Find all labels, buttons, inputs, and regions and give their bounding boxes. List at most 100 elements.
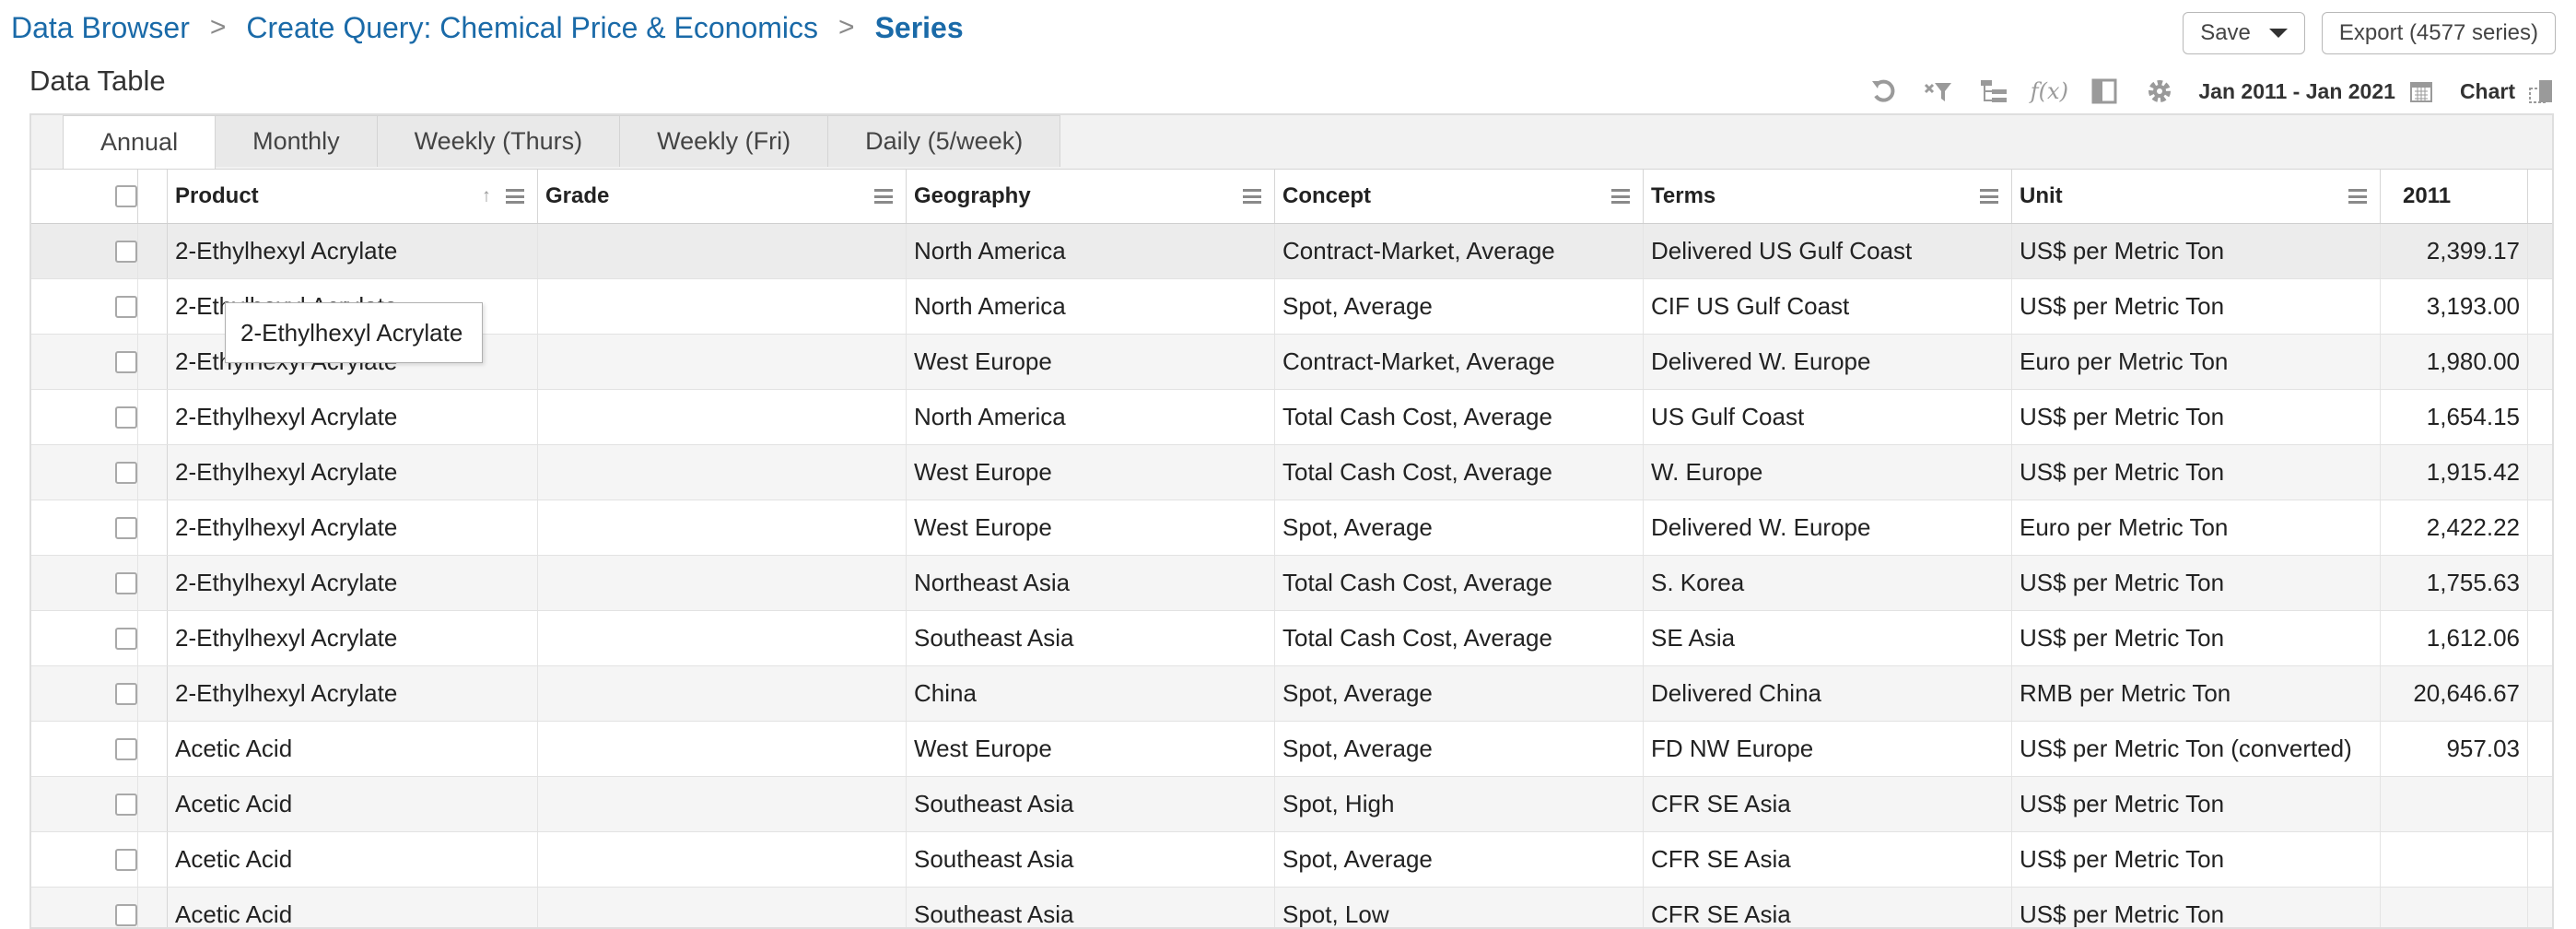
cell-unit[interactable]: US$ per Metric Ton [2012,888,2381,927]
tab-monthly[interactable]: Monthly [216,115,378,167]
row-checkbox[interactable] [115,848,137,871]
cell-unit[interactable]: US$ per Metric Ton [2012,611,2381,665]
cell-grade[interactable] [538,279,907,334]
column-header-product[interactable]: Product ↑ [168,170,538,223]
cell-2011-value[interactable] [2381,888,2528,927]
cell-concept[interactable]: Spot, Average [1275,279,1644,334]
cell-product[interactable]: 2-Ethylhexyl Acrylate [168,611,538,665]
column-header-unit[interactable]: Unit [2012,170,2381,223]
table-row[interactable]: 2-Ethylhexyl Acrylate North America Contra… [31,224,2552,279]
cell-unit[interactable]: US$ per Metric Ton [2012,556,2381,610]
row-checkbox[interactable] [115,461,137,484]
cell-grade[interactable] [538,556,907,610]
breadcrumb-data-browser-link[interactable]: Data Browser [11,11,190,45]
cell-2011-value[interactable]: 2,422.22 [2381,500,2528,555]
cell-concept[interactable]: Total Cash Cost, Average [1275,611,1644,665]
cell-concept[interactable]: Spot, Average [1275,832,1644,887]
column-header-geography[interactable]: Geography [907,170,1275,223]
table-row[interactable]: 2-Ethylhexyl Acrylate North America Total … [31,390,2552,445]
cell-2011-value[interactable]: 957.03 [2381,722,2528,776]
cell-unit[interactable]: US$ per Metric Ton (converted) [2012,722,2381,776]
clear-filter-icon[interactable] [1922,75,1955,108]
cell-terms[interactable]: CIF US Gulf Coast [1644,279,2012,334]
cell-terms[interactable]: Delivered US Gulf Coast [1644,224,2012,278]
cell-grade[interactable] [538,666,907,721]
cell-geography[interactable]: North America [907,224,1275,278]
cell-product[interactable]: 2-Ethylhexyl Acrylate [168,390,538,444]
cell-grade[interactable] [538,777,907,831]
cell-terms[interactable]: S. Korea [1644,556,2012,610]
cell-concept[interactable]: Contract-Market, Average [1275,224,1644,278]
columns-icon[interactable] [2088,75,2121,108]
column-header-grade[interactable]: Grade [538,170,907,223]
cell-terms[interactable]: US Gulf Coast [1644,390,2012,444]
row-checkbox[interactable] [115,793,137,816]
cell-concept[interactable]: Spot, Low [1275,888,1644,927]
table-row[interactable]: 2-Ethylhexyl Acrylate Northeast Asia Total… [31,556,2552,611]
cell-unit[interactable]: US$ per Metric Ton [2012,224,2381,278]
cell-grade[interactable] [538,888,907,927]
cell-2011-value[interactable]: 20,646.67 [2381,666,2528,721]
cell-terms[interactable]: CFR SE Asia [1644,832,2012,887]
column-menu-icon[interactable] [1980,189,1998,204]
column-header-concept[interactable]: Concept [1275,170,1644,223]
cell-product[interactable]: 2-Ethylhexyl Acrylate [168,666,538,721]
cell-product[interactable]: Acetic Acid [168,888,538,927]
row-checkbox[interactable] [115,903,137,926]
cell-unit[interactable]: US$ per Metric Ton [2012,390,2381,444]
cell-product[interactable]: Acetic Acid [168,777,538,831]
column-menu-icon[interactable] [2348,189,2367,204]
cell-2011-value[interactable]: 1,612.06 [2381,611,2528,665]
table-row[interactable]: 2-Ethylhexyl Acrylate West Europe Total Ca… [31,445,2552,500]
tab-daily[interactable]: Daily (5/week) [828,115,1061,167]
cell-grade[interactable] [538,335,907,389]
table-row[interactable]: 2-Ethylhexyl Acrylate Southeast Asia Total… [31,611,2552,666]
cell-2011-value[interactable] [2381,777,2528,831]
row-checkbox[interactable] [115,737,137,760]
cell-geography[interactable]: Southeast Asia [907,832,1275,887]
cell-2011-value[interactable]: 3,193.00 [2381,279,2528,334]
calendar-icon[interactable] [2405,75,2438,108]
cell-unit[interactable]: RMB per Metric Ton [2012,666,2381,721]
table-row[interactable]: Acetic Acid Southeast Asia Spot, Low CFR SE… [31,888,2552,927]
cell-concept[interactable]: Contract-Market, Average [1275,335,1644,389]
cell-grade[interactable] [538,390,907,444]
row-checkbox[interactable] [115,516,137,539]
cell-product[interactable]: 2-Ethylhexyl Acrylate [168,224,538,278]
cell-concept[interactable]: Spot, Average [1275,666,1644,721]
tab-annual[interactable]: Annual [63,115,217,169]
cell-concept[interactable]: Total Cash Cost, Average [1275,390,1644,444]
breadcrumb-create-query-link[interactable]: Create Query: Chemical Price & Economics [246,11,818,45]
cell-product[interactable]: Acetic Acid [168,832,538,887]
row-checkbox[interactable] [115,240,137,263]
cell-concept[interactable]: Total Cash Cost, Average [1275,556,1644,610]
table-row[interactable]: Acetic Acid Southeast Asia Spot, Average CF… [31,832,2552,888]
cell-terms[interactable]: CFR SE Asia [1644,888,2012,927]
cell-geography[interactable]: Northeast Asia [907,556,1275,610]
cell-2011-value[interactable] [2381,832,2528,887]
select-all-checkbox[interactable] [115,185,137,207]
cell-grade[interactable] [538,445,907,500]
chart-toggle-label[interactable]: Chart [2460,79,2515,104]
hierarchy-icon[interactable] [1977,75,2010,108]
cell-grade[interactable] [538,832,907,887]
row-checkbox[interactable] [115,295,137,318]
cell-product[interactable]: 2-Ethylhexyl Acrylate [168,500,538,555]
cell-geography[interactable]: Southeast Asia [907,611,1275,665]
column-menu-icon[interactable] [874,189,893,204]
table-row[interactable]: Acetic Acid West Europe Spot, Average FD NW… [31,722,2552,777]
cell-product[interactable]: 2-Ethylhexyl Acrylate [168,556,538,610]
cell-unit[interactable]: Euro per Metric Ton [2012,335,2381,389]
cell-2011-value[interactable]: 2,399.17 [2381,224,2528,278]
cell-concept[interactable]: Spot, Average [1275,500,1644,555]
row-checkbox[interactable] [115,627,137,650]
column-menu-icon[interactable] [506,189,524,204]
cell-terms[interactable]: FD NW Europe [1644,722,2012,776]
date-range-label[interactable]: Jan 2011 - Jan 2021 [2198,79,2395,104]
cell-concept[interactable]: Total Cash Cost, Average [1275,445,1644,500]
cell-terms[interactable]: W. Europe [1644,445,2012,500]
cell-product[interactable]: 2-Ethylhexyl Acrylate [168,445,538,500]
cell-geography[interactable]: North America [907,390,1275,444]
cell-terms[interactable]: Delivered China [1644,666,2012,721]
cell-2011-value[interactable]: 1,980.00 [2381,335,2528,389]
